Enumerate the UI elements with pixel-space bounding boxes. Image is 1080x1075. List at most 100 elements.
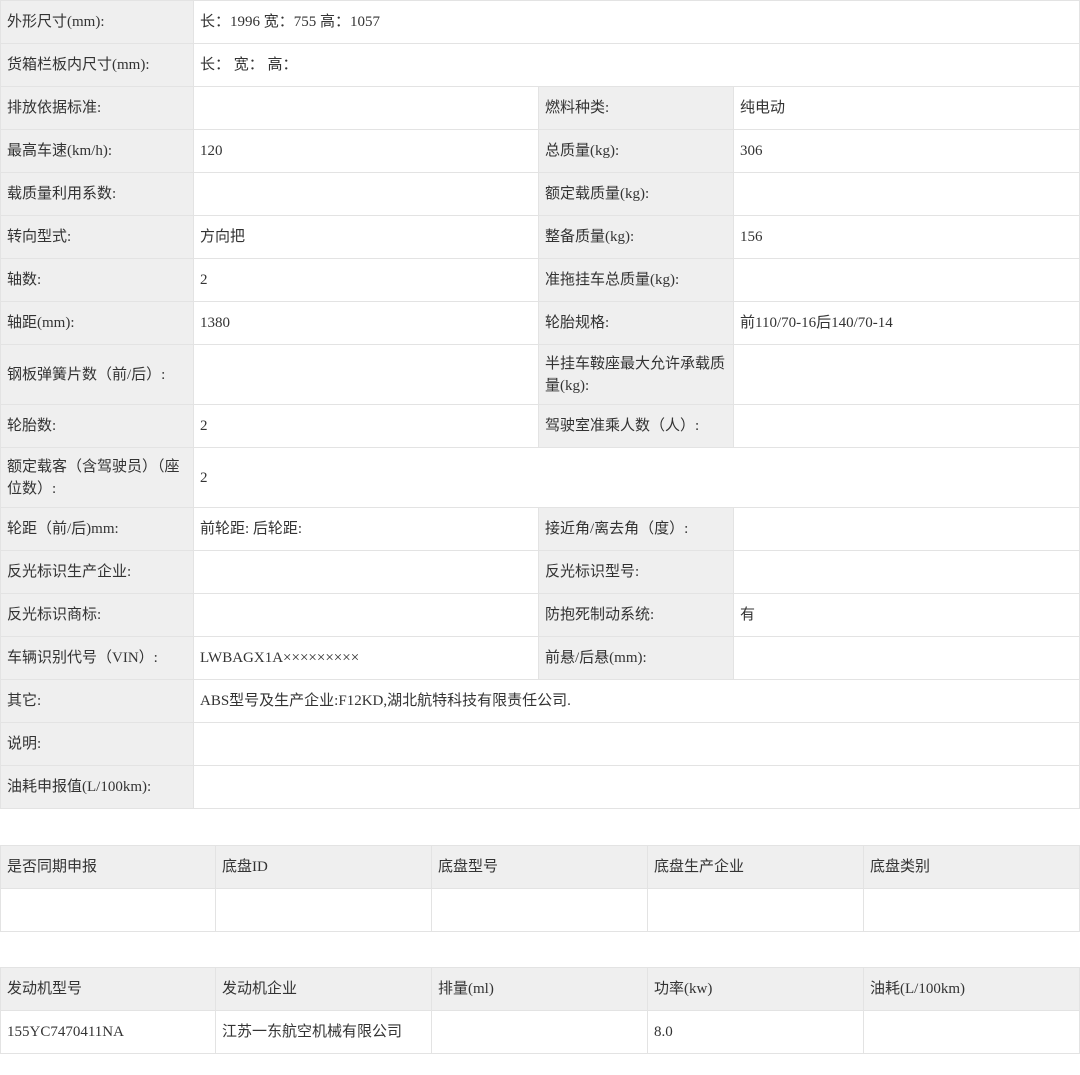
other-value: ABS型号及生产企业:F12KD,湖北航特科技有限责任公司. (192, 679, 1080, 723)
reflector-brand-label: 反光标识商标: (0, 593, 194, 637)
load-factor-value (193, 172, 539, 216)
chassis-cell-id (215, 888, 432, 932)
spec-row-cargo-box: 货箱栏板内尺寸(mm): 长： 宽： 高： (0, 43, 1080, 87)
engine-cell-model: 155YC7470411NA (0, 1010, 216, 1054)
overhang-value (732, 636, 1080, 680)
leaf-spring-label: 钢板弹簧片数（前/后）: (0, 344, 194, 405)
cargo-box-value: 长： 宽： 高： (192, 43, 1080, 87)
load-factor-label: 载质量利用系数: (0, 172, 194, 216)
fuel-report-value (192, 765, 1080, 809)
chassis-header-id: 底盘ID (215, 845, 432, 889)
spec-row-vin: 车辆识别代号（VIN）: LWBAGX1A××××××××× 前悬/后悬(mm)… (0, 636, 1080, 680)
spec-row-spring: 钢板弹簧片数（前/后）: 半挂车鞍座最大允许承载质量(kg): (0, 344, 1080, 405)
chassis-header-maker: 底盘生产企业 (647, 845, 864, 889)
passengers-label: 额定载客（含驾驶员）（座位数）: (0, 447, 194, 508)
chassis-header-category: 底盘类别 (863, 845, 1080, 889)
approach-angle-label: 接近角/离去角（度）: (538, 507, 734, 551)
engine-header-maker: 发动机企业 (215, 967, 432, 1011)
tire-spec-value: 前110/70-16后140/70-14 (732, 301, 1080, 345)
reflector-maker-value (193, 550, 539, 594)
spec-row-passengers: 额定载客（含驾驶员）（座位数）: 2 (0, 447, 1080, 508)
fuel-report-label: 油耗申报值(L/100km): (0, 765, 194, 809)
spec-row-reflector-brand: 反光标识商标: 防抱死制动系统: 有 (0, 593, 1080, 637)
cab-seats-label: 驾驶室准乘人数（人）: (538, 404, 734, 448)
rated-load-label: 额定载质量(kg): (538, 172, 734, 216)
reflector-model-value (732, 550, 1080, 594)
chassis-cell-model (431, 888, 648, 932)
spec-row-axles: 轴数: 2 准拖挂车总质量(kg): (0, 258, 1080, 302)
spec-row-emission-fuel: 排放依据标准: 燃料种类: 纯电动 (0, 86, 1080, 130)
dimensions-label: 外形尺寸(mm): (0, 0, 194, 44)
approach-angle-value (732, 507, 1080, 551)
engine-cell-power: 8.0 (647, 1010, 864, 1054)
engine-cell-displacement (431, 1010, 648, 1054)
abs-value: 有 (732, 593, 1080, 637)
spec-row-notes: 说明: (0, 722, 1080, 766)
vehicle-spec-table: 外形尺寸(mm): 长：1996 宽：755 高：1057 货箱栏板内尺寸(mm… (0, 0, 1080, 809)
fuel-type-value: 纯电动 (732, 86, 1080, 130)
rated-load-value (732, 172, 1080, 216)
vin-value: LWBAGX1A××××××××× (193, 636, 539, 680)
spec-row-steering: 转向型式: 方向把 整备质量(kg): 156 (0, 215, 1080, 259)
max-speed-label: 最高车速(km/h): (0, 129, 194, 173)
leaf-spring-value (193, 344, 539, 405)
saddle-load-value (732, 344, 1080, 405)
chassis-header-same-period: 是否同期申报 (0, 845, 216, 889)
engine-header-row: 发动机型号 发动机企业 排量(ml) 功率(kw) 油耗(L/100km) (0, 967, 1080, 1011)
spec-row-wheelbase: 轴距(mm): 1380 轮胎规格: 前110/70-16后140/70-14 (0, 301, 1080, 345)
spec-row-fuel-report: 油耗申报值(L/100km): (0, 765, 1080, 809)
fuel-type-label: 燃料种类: (538, 86, 734, 130)
spec-row-other: 其它: ABS型号及生产企业:F12KD,湖北航特科技有限责任公司. (0, 679, 1080, 723)
chassis-cell-same-period (0, 888, 216, 932)
dimensions-value: 长：1996 宽：755 高：1057 (192, 0, 1080, 44)
total-mass-label: 总质量(kg): (538, 129, 734, 173)
chassis-header-row: 是否同期申报 底盘ID 底盘型号 底盘生产企业 底盘类别 (0, 845, 1080, 889)
trailer-mass-label: 准拖挂车总质量(kg): (538, 258, 734, 302)
tire-count-value: 2 (193, 404, 539, 448)
chassis-table: 是否同期申报 底盘ID 底盘型号 底盘生产企业 底盘类别 (0, 845, 1080, 932)
spec-row-load: 载质量利用系数: 额定载质量(kg): (0, 172, 1080, 216)
wheelbase-value: 1380 (193, 301, 539, 345)
notes-value (192, 722, 1080, 766)
engine-cell-fuel (863, 1010, 1080, 1054)
spec-row-reflector-maker: 反光标识生产企业: 反光标识型号: (0, 550, 1080, 594)
engine-cell-maker: 江苏一东航空机械有限公司 (215, 1010, 432, 1054)
spec-row-speed-mass: 最高车速(km/h): 120 总质量(kg): 306 (0, 129, 1080, 173)
track-value: 前轮距: 后轮距: (193, 507, 539, 551)
trailer-mass-value (732, 258, 1080, 302)
spec-row-tires: 轮胎数: 2 驾驶室准乘人数（人）: (0, 404, 1080, 448)
max-speed-value: 120 (193, 129, 539, 173)
engine-header-power: 功率(kw) (647, 967, 864, 1011)
table-row: 155YC7470411NA 江苏一东航空机械有限公司 8.0 (0, 1010, 1080, 1054)
steering-label: 转向型式: (0, 215, 194, 259)
passengers-value: 2 (192, 447, 1080, 508)
tire-count-label: 轮胎数: (0, 404, 194, 448)
engine-header-fuel: 油耗(L/100km) (863, 967, 1080, 1011)
chassis-cell-category (863, 888, 1080, 932)
vin-label: 车辆识别代号（VIN）: (0, 636, 194, 680)
chassis-cell-maker (647, 888, 864, 932)
table-row (0, 888, 1080, 932)
overhang-label: 前悬/后悬(mm): (538, 636, 734, 680)
spec-row-track: 轮距（前/后)mm: 前轮距: 后轮距: 接近角/离去角（度）: (0, 507, 1080, 551)
emission-standard-value (193, 86, 539, 130)
spec-row-dimensions: 外形尺寸(mm): 长：1996 宽：755 高：1057 (0, 0, 1080, 44)
notes-label: 说明: (0, 722, 194, 766)
curb-mass-label: 整备质量(kg): (538, 215, 734, 259)
engine-header-model: 发动机型号 (0, 967, 216, 1011)
steering-value: 方向把 (193, 215, 539, 259)
engine-table: 发动机型号 发动机企业 排量(ml) 功率(kw) 油耗(L/100km) 15… (0, 967, 1080, 1054)
reflector-brand-value (193, 593, 539, 637)
chassis-header-model: 底盘型号 (431, 845, 648, 889)
track-label: 轮距（前/后)mm: (0, 507, 194, 551)
emission-standard-label: 排放依据标准: (0, 86, 194, 130)
saddle-load-label: 半挂车鞍座最大允许承载质量(kg): (538, 344, 734, 405)
wheelbase-label: 轴距(mm): (0, 301, 194, 345)
reflector-model-label: 反光标识型号: (538, 550, 734, 594)
abs-label: 防抱死制动系统: (538, 593, 734, 637)
cab-seats-value (732, 404, 1080, 448)
total-mass-value: 306 (732, 129, 1080, 173)
other-label: 其它: (0, 679, 194, 723)
engine-header-displacement: 排量(ml) (431, 967, 648, 1011)
reflector-maker-label: 反光标识生产企业: (0, 550, 194, 594)
